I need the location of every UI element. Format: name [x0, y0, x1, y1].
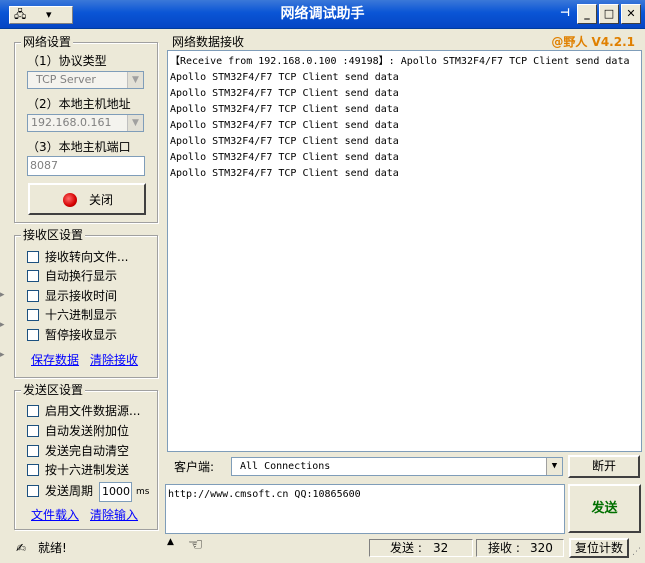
file-load-link[interactable]: 文件载入 — [31, 508, 79, 522]
checkbox-label: 十六进制显示 — [45, 308, 118, 322]
host-value: 192.168.0.161 — [31, 116, 112, 129]
sent-label: 发送 : — [390, 541, 422, 555]
host-label: （2）本地主机地址 — [27, 97, 131, 111]
checkbox-box[interactable] — [27, 251, 39, 263]
checkbox-label: 接收转向文件... — [45, 250, 129, 264]
close-connection-label: 关闭 — [89, 193, 114, 207]
save-data-link[interactable]: 保存数据 — [31, 353, 79, 367]
checkbox-label: 显示接收时间 — [45, 289, 118, 303]
minimize-button[interactable]: _ — [577, 4, 597, 24]
chevron-down-icon: ▼ — [546, 458, 562, 475]
sent-counter: 发送 : 32 — [369, 539, 473, 557]
checkbox-box[interactable] — [27, 425, 39, 437]
receive-area-legend: 网络数据接收 — [172, 35, 245, 49]
clear-recv-link[interactable]: 清除接收 — [90, 353, 138, 367]
protocol-value: TCP Server — [36, 73, 96, 86]
close-connection-button[interactable]: 关闭 — [28, 183, 146, 215]
status-bar: ✍ 就绪! ▲ ☜ 发送 : 32 接收 : 320 复位计数 ⋰ — [0, 535, 645, 563]
maximize-button[interactable]: □ — [599, 4, 619, 24]
hand-pointer-icon: ☜ — [188, 535, 204, 555]
window-title: 网络调试助手 — [280, 6, 365, 22]
status-text: 就绪! — [38, 541, 67, 555]
checkbox-box[interactable] — [27, 464, 39, 476]
checkbox-label: 按十六进制发送 — [45, 463, 130, 477]
client-select[interactable]: All Connections ▼ — [231, 457, 563, 476]
checkbox-box[interactable] — [27, 405, 39, 417]
left-edge-fragment: ▸ ▸ ▸ — [0, 290, 5, 360]
clear-input-link[interactable]: 清除输入 — [90, 508, 138, 522]
checkbox-box[interactable] — [27, 445, 39, 457]
chevron-down-icon: ▼ — [127, 115, 143, 131]
chevron-down-icon: ▼ — [127, 72, 143, 88]
recv-counter: 接收 : 320 — [476, 539, 564, 557]
client-label: 客户端: — [174, 460, 215, 474]
send-period-unit: ms — [136, 487, 150, 497]
send-button[interactable]: 发送 — [568, 484, 641, 533]
checkbox-label: 启用文件数据源... — [45, 404, 141, 418]
checkbox-box[interactable] — [27, 485, 39, 497]
checkbox-box[interactable] — [27, 290, 39, 302]
protocol-label: （1）协议类型 — [27, 54, 107, 68]
checkbox-label: 发送周期 — [45, 484, 94, 498]
disconnect-button[interactable]: 断开 — [568, 455, 640, 478]
receive-line: Apollo STM32F4/F7 TCP Client send data — [170, 120, 399, 131]
receive-line: Apollo STM32F4/F7 TCP Client send data — [170, 136, 399, 147]
client-selected-value: All Connections — [240, 461, 331, 472]
checkbox-label: 发送完自动清空 — [45, 444, 130, 458]
send-textarea[interactable]: http://www.cmsoft.cn QQ:10865600 — [165, 484, 565, 534]
red-light-icon — [63, 193, 77, 207]
title-bar: 🖧 ▾ 网络调试助手 ⊣ _ □ ✕ — [0, 0, 645, 29]
protocol-select[interactable]: TCP Server ▼ — [27, 71, 144, 89]
checkbox-label: 自动换行显示 — [45, 269, 118, 283]
receive-line: Apollo STM32F4/F7 TCP Client send data — [170, 72, 399, 83]
pin-icon[interactable]: ⊣ — [555, 4, 575, 24]
checkbox-box[interactable] — [27, 309, 39, 321]
reset-count-button[interactable]: 复位计数 — [569, 538, 629, 558]
port-input[interactable]: 8087 — [27, 156, 145, 176]
net-settings-legend: 网络设置 — [21, 35, 74, 49]
send-settings-legend: 发送区设置 — [21, 383, 86, 397]
pencil-icon: ✍ — [16, 541, 27, 555]
recv-label: 接收 : — [488, 541, 520, 555]
checkbox-label: 暂停接收显示 — [45, 328, 118, 342]
port-label: （3）本地主机端口 — [27, 140, 131, 154]
receive-line: Apollo STM32F4/F7 TCP Client send data — [170, 152, 399, 163]
receive-line: 【Receive from 192.168.0.100 :49198】: Apo… — [170, 56, 630, 67]
send-period-input[interactable]: 1000 — [99, 482, 132, 502]
checkbox-label: 自动发送附加位 — [45, 424, 130, 438]
recv-count: 320 — [530, 541, 553, 555]
checkbox-box[interactable] — [27, 329, 39, 341]
receive-line: Apollo STM32F4/F7 TCP Client send data — [170, 104, 399, 115]
resize-grip-icon[interactable]: ⋰ — [632, 547, 641, 557]
net-settings-group: 网络设置 （1）协议类型 TCP Server ▼ （2）本地主机地址 192.… — [14, 35, 158, 223]
host-select[interactable]: 192.168.0.161 ▼ — [27, 114, 144, 132]
recv-settings-legend: 接收区设置 — [21, 228, 86, 242]
receive-line: Apollo STM32F4/F7 TCP Client send data — [170, 168, 399, 179]
checkbox-box[interactable] — [27, 270, 39, 282]
caret-up-icon: ▲ — [167, 537, 174, 547]
brand-label: @野人 V4.2.1 — [551, 35, 635, 49]
sent-count: 32 — [433, 541, 449, 555]
close-window-button[interactable]: ✕ — [621, 4, 641, 24]
receive-line: Apollo STM32F4/F7 TCP Client send data — [170, 88, 399, 99]
receive-textarea[interactable]: 【Receive from 192.168.0.100 :49198】: Apo… — [167, 50, 642, 452]
